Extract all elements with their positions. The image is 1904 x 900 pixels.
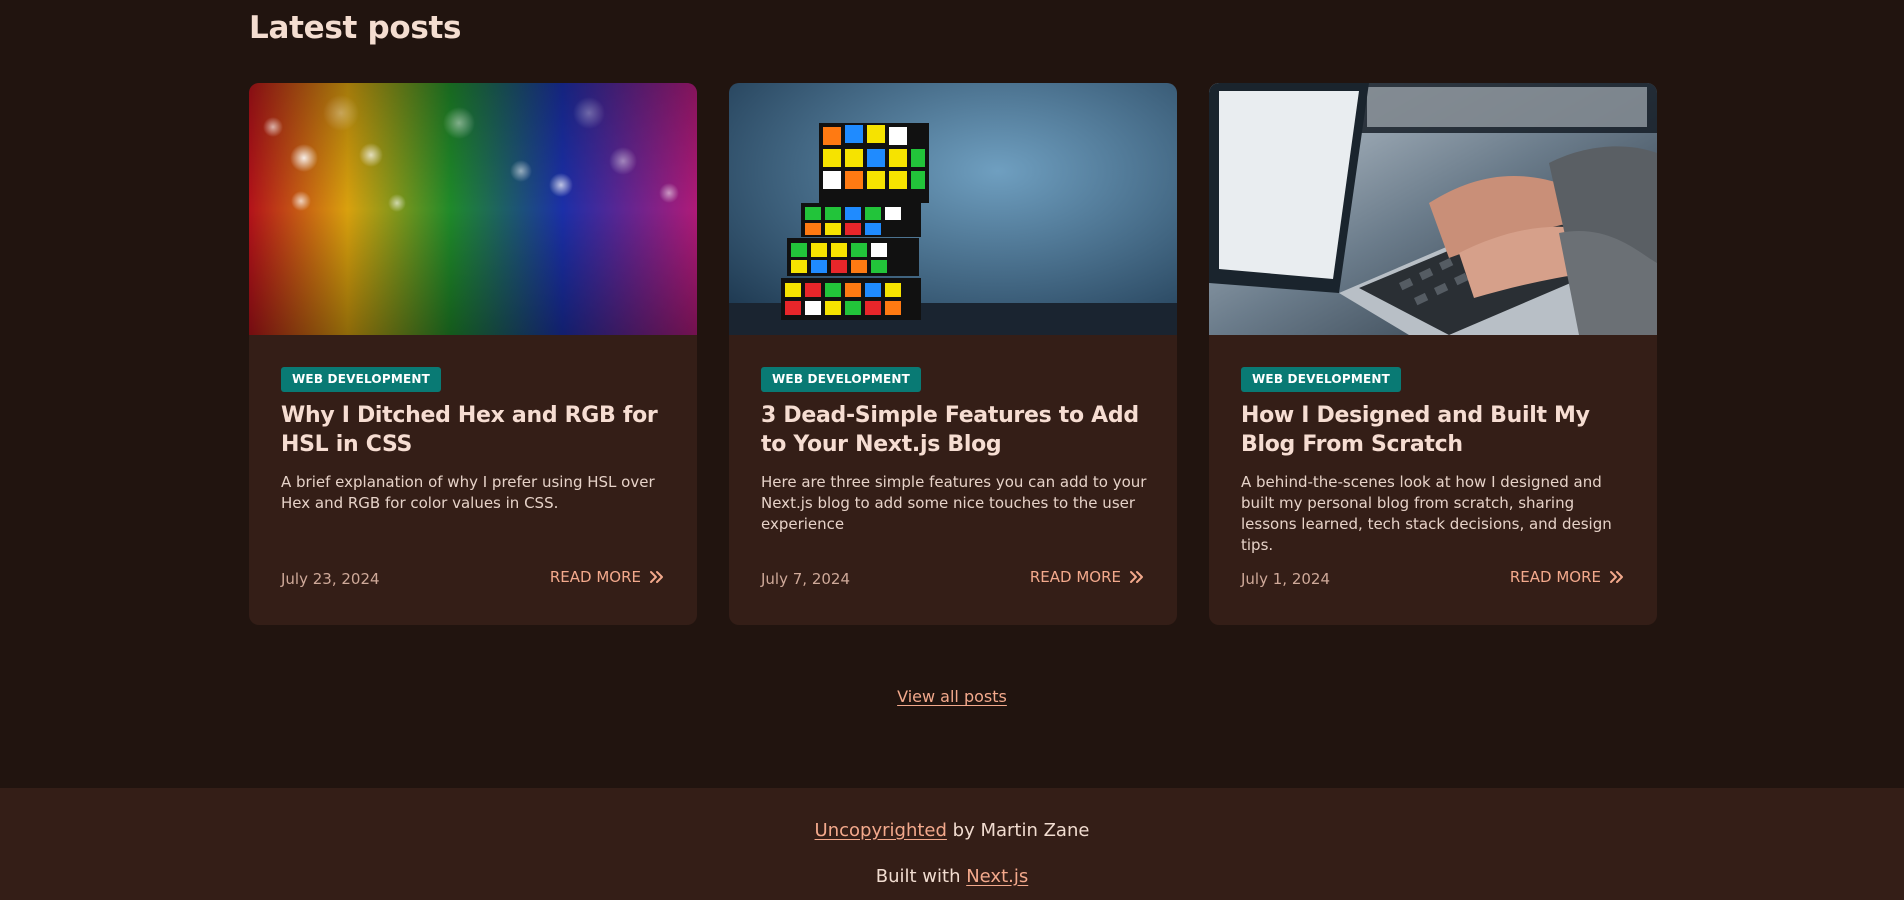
category-badge[interactable]: WEB DEVELOPMENT	[761, 367, 921, 392]
post-date: July 23, 2024	[281, 570, 380, 588]
post-description: Here are three simple features you can a…	[761, 473, 1147, 533]
post-card[interactable]: WEB DEVELOPMENT How I Designed and Built…	[1209, 83, 1657, 625]
read-more-link[interactable]: READ MORE	[550, 568, 665, 586]
read-more-link[interactable]: READ MORE	[1030, 568, 1145, 586]
rainbow-glitter-image[interactable]	[249, 83, 697, 335]
built-with-label: Built with	[875, 866, 967, 887]
double-chevron-right-icon	[1609, 570, 1625, 584]
post-card[interactable]: WEB DEVELOPMENT Why I Ditched Hex and RG…	[249, 83, 697, 625]
double-chevron-right-icon	[649, 570, 665, 584]
category-badge[interactable]: WEB DEVELOPMENT	[281, 367, 441, 392]
rubiks-cube-image[interactable]	[729, 83, 1177, 335]
posts-grid: WEB DEVELOPMENT Why I Ditched Hex and RG…	[249, 83, 1657, 625]
post-date: July 7, 2024	[761, 570, 850, 588]
post-title[interactable]: Why I Ditched Hex and RGB for HSL in CSS	[281, 401, 671, 459]
uncopyrighted-link[interactable]: Uncopyrighted	[815, 820, 947, 841]
read-more-link[interactable]: READ MORE	[1510, 568, 1625, 586]
view-all-posts-link[interactable]: View all posts	[897, 687, 1007, 706]
post-date: July 1, 2024	[1241, 570, 1330, 588]
view-all-container: View all posts	[0, 687, 1904, 706]
post-description: A brief explanation of why I prefer usin…	[281, 473, 655, 512]
post-description: A behind-the-scenes look at how I design…	[1241, 473, 1612, 554]
footer-built-with: Built with Next.js	[0, 866, 1904, 887]
category-badge[interactable]: WEB DEVELOPMENT	[1241, 367, 1401, 392]
post-card[interactable]: WEB DEVELOPMENT 3 Dead-Simple Features t…	[729, 83, 1177, 625]
laptop-typing-image[interactable]	[1209, 83, 1657, 335]
footer-copyright: Uncopyrighted by Martin Zane	[0, 820, 1904, 841]
footer: Uncopyrighted by Martin Zane Built with …	[0, 788, 1904, 900]
post-title[interactable]: 3 Dead-Simple Features to Add to Your Ne…	[761, 401, 1151, 459]
double-chevron-right-icon	[1129, 570, 1145, 584]
section-title: Latest posts	[249, 10, 462, 46]
read-more-label: READ MORE	[1029, 568, 1121, 586]
post-title[interactable]: How I Designed and Built My Blog From Sc…	[1241, 401, 1631, 459]
nextjs-link[interactable]: Next.js	[966, 866, 1028, 887]
read-more-label: READ MORE	[549, 568, 641, 586]
footer-author: by Martin Zane	[946, 820, 1090, 841]
read-more-label: READ MORE	[1509, 568, 1601, 586]
